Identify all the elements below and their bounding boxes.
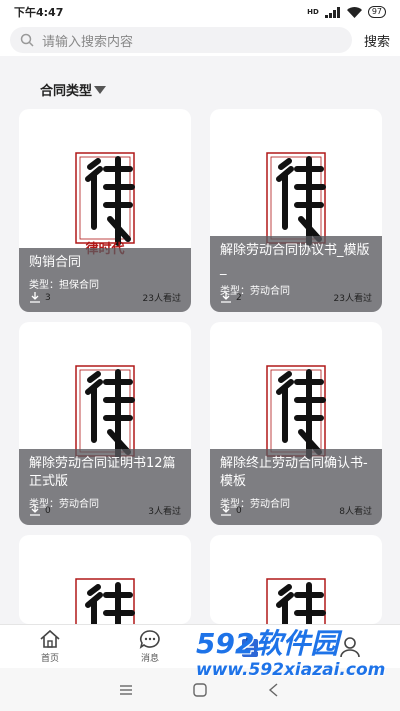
law-age-logo: [75, 578, 135, 624]
download-count: 0: [236, 505, 242, 516]
contract-card[interactable]: [19, 535, 191, 624]
tab-home-label: 首页: [40, 654, 59, 664]
view-count: 8人看过: [339, 507, 372, 517]
card-meta: 0 8人看过: [220, 504, 372, 517]
watermark-url: www.592xiazai.com: [196, 660, 386, 680]
status-icons: HD 97: [307, 6, 386, 18]
download-icon: [30, 505, 40, 516]
card-title: 购销合同: [29, 255, 82, 270]
tab-home[interactable]: 首页: [0, 625, 100, 668]
view-count: 23人看过: [333, 294, 372, 304]
card-title: 解除劳动合同协议书_模版_: [220, 243, 370, 276]
download-count: 3: [45, 292, 51, 303]
contract-type-filter[interactable]: 合同类型: [40, 80, 107, 99]
search-icon: [20, 33, 34, 47]
download-count: 2: [236, 292, 242, 303]
card-type: 类型：担保合同: [29, 280, 99, 291]
card-title: 解除终止劳动合同确认书-模板: [220, 456, 368, 489]
contract-card[interactable]: 解除终止劳动合同确认书-模板 类型：劳动合同 0 8人看过: [210, 322, 382, 525]
tab-messages-label: 消息: [140, 654, 159, 664]
home-square-icon[interactable]: [193, 682, 207, 697]
contract-card[interactable]: 解除劳动合同协议书_模版_ 类型：劳动合同 2 23人看过: [210, 109, 382, 312]
watermark-brand: 592软件园: [196, 627, 339, 660]
download-icon: [30, 292, 40, 303]
status-bar: 下午4:47 HD 97: [0, 0, 400, 24]
tab-messages[interactable]: 消息: [100, 625, 200, 668]
search-placeholder: 请输入搜索内容: [42, 34, 134, 50]
back-icon[interactable]: [267, 682, 281, 697]
contract-card[interactable]: 律时代 购销合同 类型：担保合同 3 23人看过: [19, 109, 191, 312]
search-input[interactable]: 请输入搜索内容: [10, 27, 352, 53]
card-meta: 3 23人看过: [29, 291, 181, 304]
hd-icon: HD: [307, 8, 319, 16]
view-count: 3人看过: [148, 507, 181, 517]
dropdown-triangle-icon: [94, 85, 107, 94]
card-meta: 2 23人看过: [220, 291, 372, 304]
message-icon: [139, 630, 160, 649]
card-meta: 0 3人看过: [29, 504, 181, 517]
status-time: 下午4:47: [14, 6, 64, 19]
menu-icon[interactable]: [119, 684, 133, 696]
signal-icon: [324, 6, 340, 18]
search-button[interactable]: 搜索: [364, 31, 390, 50]
battery-icon: 97: [367, 6, 386, 18]
home-icon: [40, 629, 60, 648]
law-age-logo: 律时代: [75, 152, 135, 257]
watermark-logo: 592软件园 www.592xiazai.com: [196, 622, 385, 680]
search-bar: 请输入搜索内容 搜索: [0, 24, 400, 56]
contract-card[interactable]: [210, 535, 382, 624]
card-title: 解除劳动合同证明书12篇正式版: [29, 456, 176, 489]
filter-label: 合同类型: [40, 84, 93, 99]
download-icon: [221, 505, 231, 516]
contract-card[interactable]: 解除劳动合同证明书12篇正式版 类型：劳动合同 0 3人看过: [19, 322, 191, 525]
download-icon: [221, 292, 231, 303]
view-count: 23人看过: [142, 294, 181, 304]
law-age-logo: [266, 578, 326, 624]
download-count: 0: [45, 505, 51, 516]
wifi-icon: [346, 6, 362, 18]
